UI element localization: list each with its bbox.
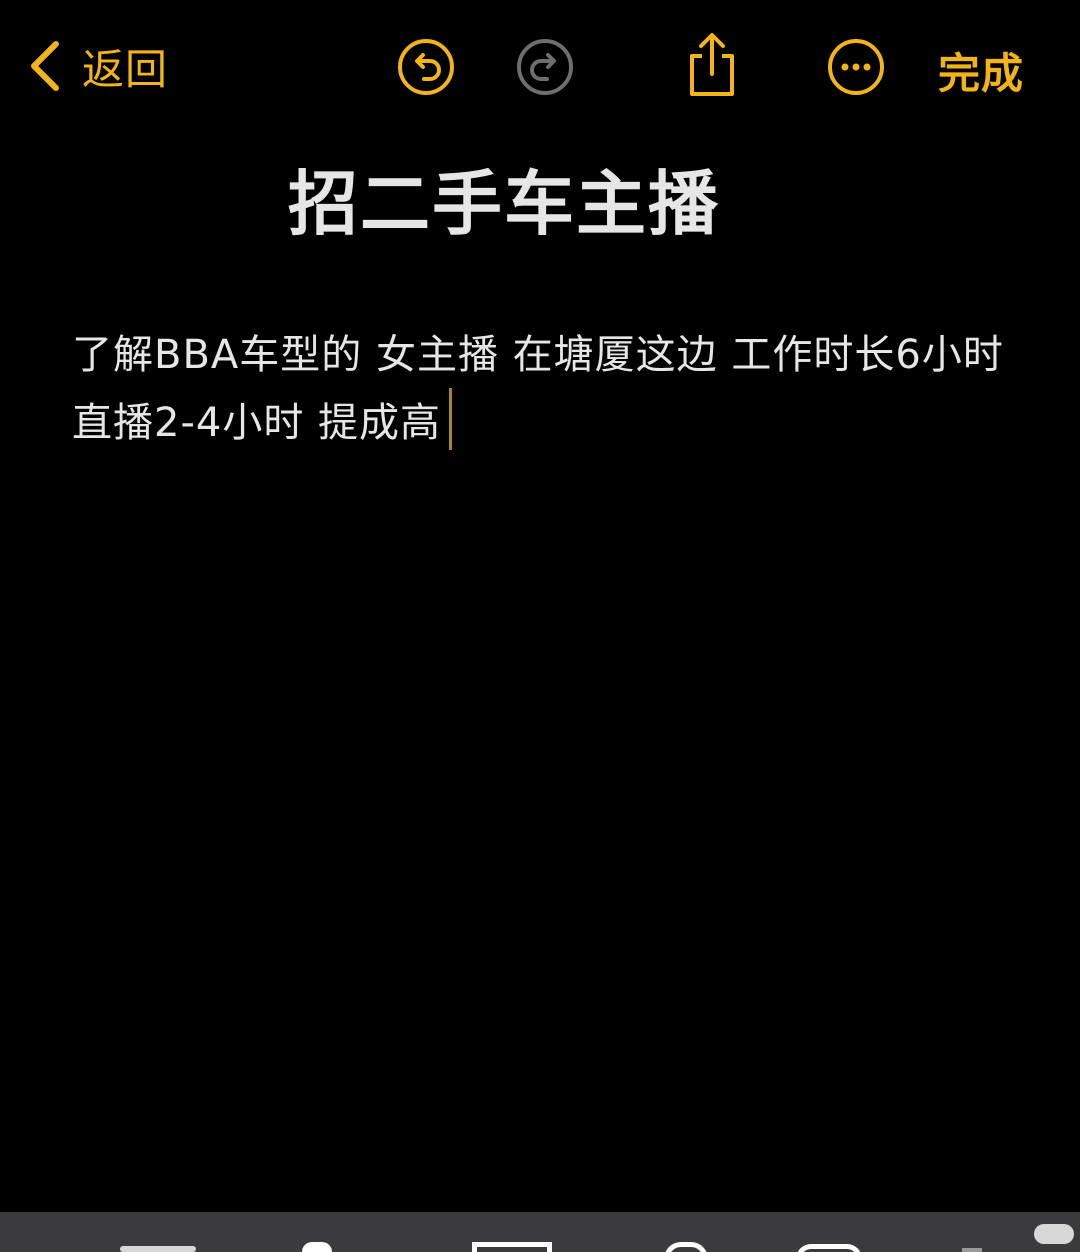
bottom-toolbar [0, 1212, 1080, 1252]
note-body-text: 了解BBA车型的 女主播 在塘厦这边 工作时长6小时 直播2-4小时 提成高 [72, 332, 1004, 446]
back-button[interactable]: 返回 [28, 36, 168, 96]
text-cursor [449, 388, 453, 450]
table-icon[interactable] [472, 1242, 552, 1252]
more-button[interactable] [826, 37, 886, 97]
share-icon [684, 30, 740, 100]
format-icon[interactable] [120, 1246, 196, 1252]
undo-icon [396, 37, 456, 97]
watermark-badge [1034, 1224, 1074, 1244]
redo-icon [515, 37, 575, 97]
chevron-left-icon [28, 40, 62, 92]
back-label: 返回 [82, 44, 169, 94]
attachment-icon[interactable] [664, 1242, 708, 1252]
compose-icon[interactable] [962, 1248, 982, 1252]
undo-button[interactable] [396, 37, 456, 97]
redo-button[interactable] [515, 37, 575, 97]
top-toolbar: 返回 完成 [0, 0, 1080, 140]
checklist-icon[interactable] [302, 1242, 332, 1252]
more-icon [826, 37, 886, 97]
share-button[interactable] [684, 30, 740, 100]
note-body-editor[interactable]: 了解BBA车型的 女主播 在塘厦这边 工作时长6小时 直播2-4小时 提成高 [72, 322, 1012, 456]
done-button[interactable]: 完成 [938, 40, 1024, 101]
markup-icon[interactable] [796, 1244, 862, 1252]
note-title[interactable]: 招二手车主播 [288, 148, 720, 249]
